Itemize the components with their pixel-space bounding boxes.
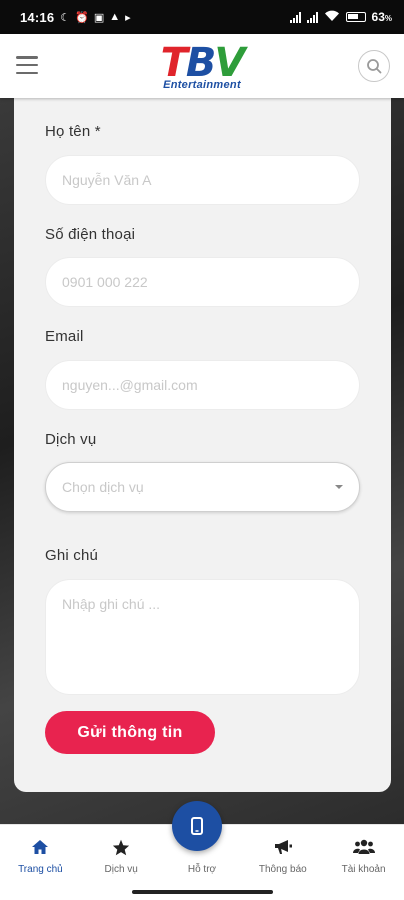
name-label: Họ tên *	[45, 123, 101, 140]
nav-label-services: Dịch vụ	[104, 864, 138, 875]
gesture-area	[0, 880, 404, 900]
name-input[interactable]: Nguyễn Văn A	[45, 155, 360, 205]
nav-item-account[interactable]: Tài khoản	[323, 825, 404, 880]
service-select[interactable]: Chọn dịch vụ	[45, 462, 360, 512]
status-bar: 14:16 ☾ ⏰ ▣ ▲ ▸ 63%	[0, 0, 404, 34]
app-header: T B V Entertainment	[0, 34, 404, 98]
home-gesture-bar[interactable]	[132, 890, 273, 894]
logo-letter-t: T	[160, 40, 188, 86]
signal-icon-2	[306, 11, 318, 23]
contact-form: Họ tên * Nguyễn Văn A Số điện thoại 0901…	[14, 98, 391, 792]
tbv-logo[interactable]: T B V Entertainment	[160, 40, 246, 91]
submit-button[interactable]: Gửi thông tin	[45, 711, 215, 754]
app-icon: ▣	[93, 11, 105, 24]
logo-subtitle: Entertainment	[163, 79, 241, 91]
status-system-icons: 63%	[289, 10, 392, 25]
hamburger-menu-icon[interactable]	[16, 56, 38, 74]
search-button[interactable]	[358, 50, 390, 82]
phone-placeholder: 0901 000 222	[62, 274, 148, 290]
nav-item-services[interactable]: Dịch vụ	[81, 825, 162, 880]
service-label: Dịch vụ	[45, 431, 97, 448]
status-time: 14:16	[20, 9, 55, 25]
nav-item-home[interactable]: Trang chủ	[0, 825, 81, 880]
email-placeholder: nguyen...@gmail.com	[62, 377, 198, 393]
battery-icon	[345, 12, 366, 22]
nav-label-notifications: Thông báo	[258, 864, 307, 875]
phone-input[interactable]: 0901 000 222	[45, 257, 360, 307]
battery-percent: 63%	[371, 10, 392, 24]
status-notification-icons: ☾ ⏰ ▣ ▲ ▸	[60, 11, 130, 24]
phone-icon	[191, 817, 203, 835]
note-placeholder: Nhập ghi chú ...	[62, 596, 161, 612]
logo-letter-v: V	[214, 40, 245, 86]
support-fab-button[interactable]	[172, 801, 222, 851]
chevron-down-icon	[335, 485, 343, 489]
service-placeholder: Chọn dịch vụ	[62, 479, 144, 495]
search-icon	[367, 59, 382, 74]
moon-icon: ☾	[60, 11, 71, 24]
star-icon	[110, 837, 132, 857]
nav-label-support: Hỗ trợ	[187, 864, 217, 875]
users-icon	[352, 837, 375, 857]
megaphone-icon	[272, 837, 294, 857]
name-placeholder: Nguyễn Văn A	[62, 172, 152, 188]
phone-label: Số điện thoại	[45, 226, 136, 243]
email-input[interactable]: nguyen...@gmail.com	[45, 360, 360, 410]
teams-icon: ▲	[109, 11, 121, 23]
home-icon	[29, 837, 51, 857]
alarm-icon: ⏰	[75, 11, 89, 24]
wifi-icon	[324, 10, 340, 25]
logo-letter-b: B	[185, 40, 216, 86]
signal-icon	[289, 11, 301, 23]
note-textarea[interactable]: Nhập ghi chú ...	[45, 579, 360, 695]
note-label: Ghi chú	[45, 547, 99, 564]
nav-label-account: Tài khoản	[341, 864, 386, 875]
nav-item-notifications[interactable]: Thông báo	[242, 825, 323, 880]
play-icon: ▸	[125, 11, 131, 24]
nav-label-home: Trang chủ	[18, 864, 63, 875]
email-label: Email	[45, 328, 84, 345]
